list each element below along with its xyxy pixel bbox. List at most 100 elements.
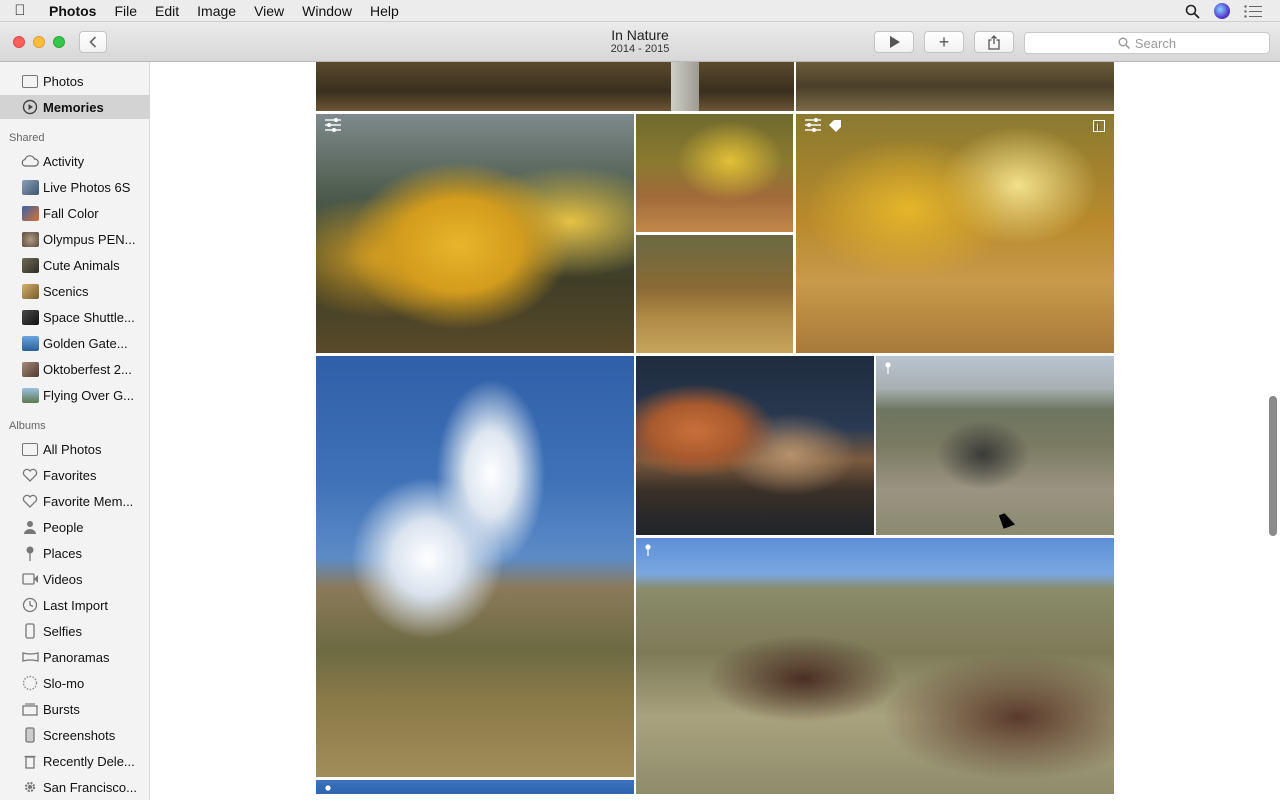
location-pin-icon <box>324 784 332 794</box>
sidebar-item-last-import[interactable]: Last Import <box>0 593 150 617</box>
album-thumbnail <box>21 179 39 195</box>
photo-tile[interactable] <box>796 62 1114 111</box>
sidebar-item-label: Activity <box>43 153 85 169</box>
sidebar-item-oktoberfest[interactable]: Oktoberfest 2... <box>0 357 150 381</box>
sidebar-item-memories[interactable]: Memories <box>0 95 150 119</box>
sidebar-item-label: Selfies <box>43 623 83 639</box>
smart-album-gear-icon <box>21 779 39 795</box>
menu-bar:  Photos File Edit Image View Window Hel… <box>0 0 1280 22</box>
sidebar-item-slo-mo[interactable]: Slo-mo <box>0 671 150 695</box>
sidebar-item-fall-color[interactable]: Fall Color <box>0 201 150 225</box>
sidebar: Photos Memories Shared Activity Live Pho… <box>0 62 150 800</box>
back-button[interactable] <box>79 31 107 53</box>
sidebar-item-favorite-memories[interactable]: Favorite Mem... <box>0 489 150 513</box>
sidebar-item-videos[interactable]: Videos <box>0 567 150 591</box>
photo-tile[interactable] <box>636 235 793 353</box>
pin-icon <box>21 545 39 561</box>
apple-menu-icon[interactable]:  <box>0 2 40 19</box>
album-thumbnail <box>21 257 39 273</box>
photo-tile[interactable] <box>316 780 634 794</box>
menu-app-name[interactable]: Photos <box>40 3 105 19</box>
menu-file[interactable]: File <box>105 3 146 19</box>
search-field[interactable]: Search <box>1024 32 1270 54</box>
menu-help[interactable]: Help <box>361 3 408 19</box>
sidebar-item-activity[interactable]: Activity <box>0 149 150 173</box>
photo-tile[interactable] <box>316 114 634 353</box>
heart-icon <box>21 467 39 483</box>
sidebar-item-label: Favorite Mem... <box>43 493 134 509</box>
sidebar-item-scenics[interactable]: Scenics <box>0 279 150 303</box>
siri-icon[interactable] <box>1214 3 1230 19</box>
all-photos-icon <box>21 441 39 457</box>
sidebar-item-label: Last Import <box>43 597 109 613</box>
sidebar-item-favorites[interactable]: Favorites <box>0 463 150 487</box>
photo-tile[interactable] <box>636 538 1114 794</box>
slomo-icon <box>21 675 39 691</box>
window-title: In Nature 2014 - 2015 <box>540 27 740 56</box>
sidebar-item-live-photos-6s[interactable]: Live Photos 6S <box>0 175 150 199</box>
sidebar-item-places[interactable]: Places <box>0 541 150 565</box>
photo-tile[interactable] <box>636 114 793 232</box>
sidebar-item-panoramas[interactable]: Panoramas <box>0 645 150 669</box>
sidebar-item-screenshots[interactable]: Screenshots <box>0 723 150 747</box>
sidebar-item-label: All Photos <box>43 441 102 457</box>
sidebar-item-olympus-pen[interactable]: Olympus PEN... <box>0 227 150 251</box>
memories-icon <box>21 99 39 115</box>
sidebar-item-label: People <box>43 519 84 535</box>
sidebar-item-space-shuttle[interactable]: Space Shuttle... <box>0 305 150 329</box>
sidebar-item-bursts[interactable]: Bursts <box>0 697 150 721</box>
video-icon <box>21 571 39 587</box>
menu-window[interactable]: Window <box>293 3 361 19</box>
sidebar-item-label: Favorites <box>43 467 97 483</box>
sidebar-item-all-photos[interactable]: All Photos <box>0 437 150 461</box>
spotlight-search-icon[interactable] <box>1185 4 1200 19</box>
sidebar-item-label: Recently Dele... <box>43 753 135 769</box>
close-window-button[interactable] <box>13 36 25 48</box>
memory-date-range: 2014 - 2015 <box>610 43 670 55</box>
share-button[interactable] <box>974 31 1014 53</box>
menu-image[interactable]: Image <box>188 3 245 19</box>
bursts-icon <box>21 701 39 717</box>
slideshow-play-button[interactable] <box>874 31 914 53</box>
add-to-button[interactable]: + <box>924 31 964 53</box>
sidebar-item-people[interactable]: People <box>0 515 150 539</box>
notification-center-icon[interactable] <box>1244 4 1262 18</box>
sidebar-item-label: Cute Animals <box>43 257 120 273</box>
sidebar-section-shared: Shared <box>9 132 45 144</box>
sidebar-item-label: Space Shuttle... <box>43 309 135 325</box>
album-thumbnail <box>21 361 39 377</box>
photo-tile[interactable] <box>316 356 634 777</box>
clock-icon <box>21 597 39 613</box>
vertical-scrollbar[interactable] <box>1269 396 1277 536</box>
menu-view[interactable]: View <box>245 3 293 19</box>
share-icon <box>988 34 1000 50</box>
sidebar-item-label: Oktoberfest 2... <box>43 361 132 377</box>
window-titlebar: In Nature 2014 - 2015 + Search <box>0 22 1280 62</box>
photo-tile[interactable] <box>876 356 1114 535</box>
sidebar-item-label: Videos <box>43 571 83 587</box>
sidebar-item-label: Panoramas <box>43 649 110 665</box>
photo-tile[interactable] <box>316 62 794 111</box>
sidebar-item-golden-gate[interactable]: Golden Gate... <box>0 331 150 355</box>
album-thumbnail <box>21 205 39 221</box>
person-icon <box>21 519 39 535</box>
sidebar-item-recently-deleted[interactable]: Recently Dele... <box>0 749 150 773</box>
sidebar-item-photos[interactable]: Photos <box>0 69 150 93</box>
photo-tile[interactable] <box>636 356 874 535</box>
menu-edit[interactable]: Edit <box>146 3 188 19</box>
sidebar-item-label: Scenics <box>43 283 89 299</box>
sidebar-item-selfies[interactable]: Selfies <box>0 619 150 643</box>
sidebar-item-cute-animals[interactable]: Cute Animals <box>0 253 150 277</box>
photo-tile[interactable]: J <box>796 114 1114 353</box>
cloud-icon <box>21 153 39 169</box>
sidebar-item-label: Flying Over G... <box>43 387 135 403</box>
sidebar-item-flying-over[interactable]: Flying Over G... <box>0 383 150 407</box>
favorite-memories-icon <box>21 493 39 509</box>
selfie-icon <box>21 623 39 639</box>
minimize-window-button[interactable] <box>33 36 45 48</box>
memory-title: In Nature <box>611 27 669 43</box>
fullscreen-window-button[interactable] <box>53 36 65 48</box>
sidebar-item-label: Golden Gate... <box>43 335 128 351</box>
plus-icon: + <box>938 31 950 52</box>
sidebar-item-san-francisco[interactable]: San Francisco... <box>0 775 150 799</box>
